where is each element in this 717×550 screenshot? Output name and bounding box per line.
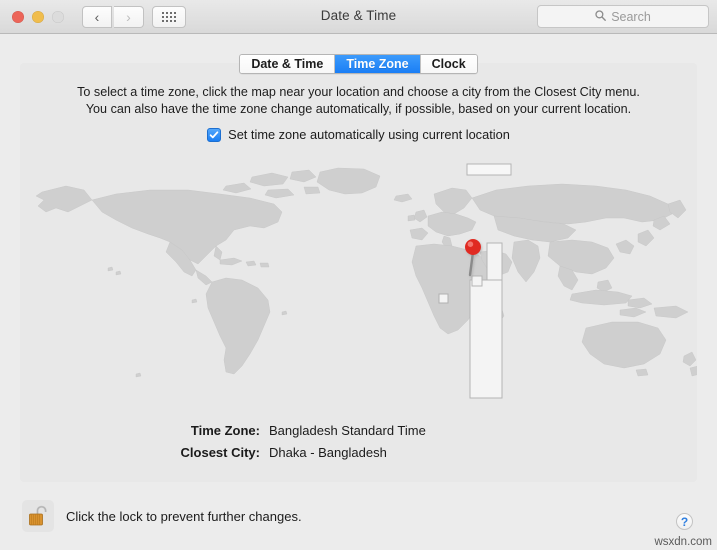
- watermark: wsxdn.com: [654, 536, 712, 548]
- system-preferences-window: ‹ › Date & Time Search Date & Time Time …: [0, 0, 717, 550]
- time-zone-info: Time Zone: Bangladesh Standard Time Clos…: [20, 423, 697, 467]
- time-zone-pane: Date & Time Time Zone Clock To select a …: [20, 54, 697, 482]
- search-field[interactable]: Search: [537, 5, 709, 28]
- tab-time-zone[interactable]: Time Zone: [335, 55, 421, 73]
- checkmark-icon: [209, 130, 219, 138]
- auto-timezone-row[interactable]: Set time zone automatically using curren…: [20, 127, 697, 142]
- unlocked-padlock-icon: [29, 505, 47, 526]
- window-titlebar: ‹ › Date & Time Search: [0, 0, 717, 34]
- description-line-2: You can also have the time zone change a…: [85, 102, 632, 116]
- lock-row[interactable]: Click the lock to prevent further change…: [22, 500, 302, 532]
- time-zone-label: Time Zone:: [190, 423, 260, 438]
- help-button[interactable]: ?: [676, 513, 693, 530]
- closest-city-label: Closest City:: [180, 445, 260, 460]
- tab-date-and-time[interactable]: Date & Time: [240, 55, 336, 73]
- lock-message: Click the lock to prevent further change…: [66, 508, 302, 524]
- tab-clock[interactable]: Clock: [420, 55, 477, 73]
- search-placeholder: Search: [611, 9, 651, 24]
- tab-bar: Date & Time Time Zone Clock: [20, 54, 697, 74]
- pane-description: To select a time zone, click the map nea…: [20, 84, 697, 118]
- auto-timezone-label: Set time zone automatically using curren…: [228, 127, 510, 142]
- search-icon: [595, 8, 607, 26]
- time-zone-row: Time Zone: Bangladesh Standard Time: [20, 423, 697, 438]
- time-zone-value: Bangladesh Standard Time: [269, 423, 426, 438]
- closest-city-row: Closest City: Dhaka - Bangladesh: [20, 445, 697, 460]
- world-map-svg[interactable]: [20, 160, 697, 400]
- tab-group: Date & Time Time Zone Clock: [239, 54, 478, 74]
- world-map[interactable]: [20, 160, 697, 400]
- closest-city-value: Dhaka - Bangladesh: [269, 445, 387, 460]
- auto-timezone-checkbox[interactable]: [207, 127, 222, 142]
- description-line-1: To select a time zone, click the map nea…: [77, 85, 640, 99]
- lock-button[interactable]: [22, 500, 54, 532]
